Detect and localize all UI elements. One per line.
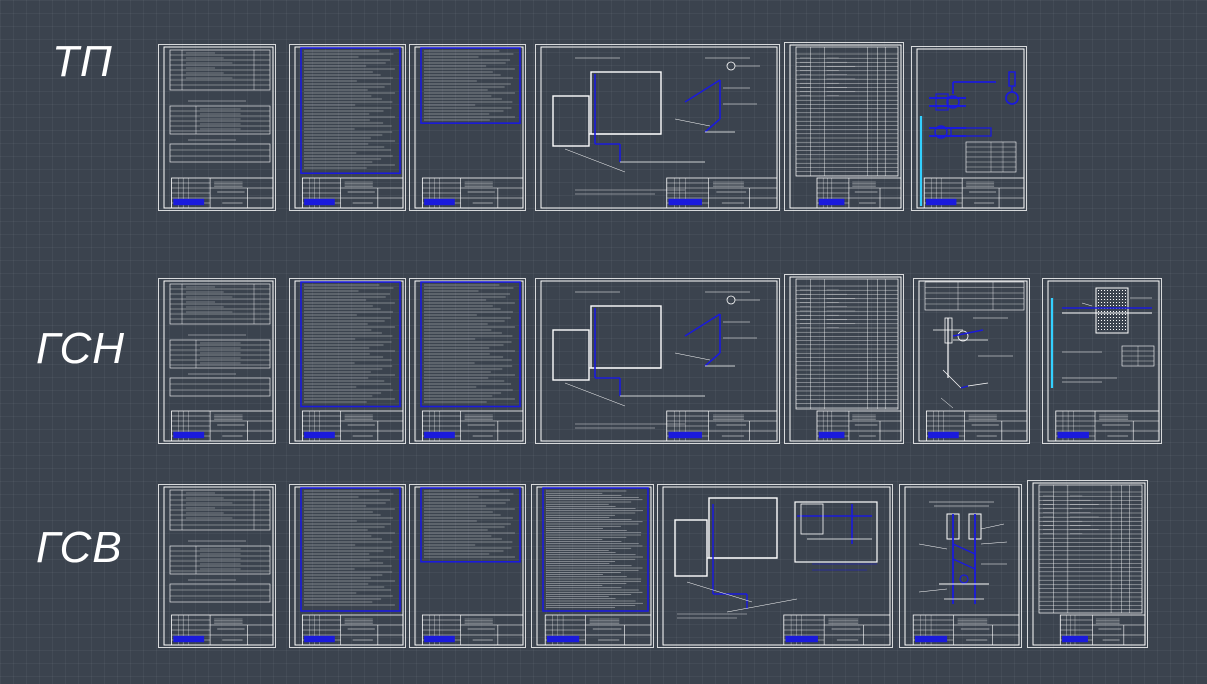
drawing-sheet-icon [535,44,780,211]
drawing-sheet-1-4[interactable] [535,44,780,211]
drawing-sheet-1-6[interactable] [911,46,1027,211]
drawing-sheet-3-1[interactable] [158,484,276,648]
drawing-sheet-icon [1027,480,1148,648]
model-space-canvas[interactable]: ТП ГСН ГСВ [0,0,1207,684]
row-label-tp: ТП [52,37,113,86]
drawing-sheet-icon [158,44,276,211]
drawing-sheet-3-3[interactable] [409,484,526,648]
drawing-sheet-1-1[interactable] [158,44,276,211]
drawing-sheet-icon [409,484,526,648]
drawing-sheet-icon [158,484,276,648]
drawing-sheet-3-4[interactable] [531,484,654,648]
drawing-sheet-icon [911,46,1027,211]
drawing-sheet-icon [158,278,276,444]
drawing-sheet-icon [409,44,526,211]
drawing-sheet-icon [289,44,406,211]
drawing-sheet-icon [899,484,1022,648]
drawing-sheet-icon [289,278,406,444]
drawing-sheet-icon [535,278,780,444]
drawing-sheet-icon [913,278,1030,444]
drawing-sheet-2-7[interactable] [1042,278,1162,444]
drawing-sheet-1-2[interactable] [289,44,406,211]
drawing-sheet-3-5[interactable] [657,484,893,648]
drawing-sheet-2-3[interactable] [409,278,526,444]
drawing-sheet-2-5[interactable] [784,274,904,444]
drawing-sheet-2-6[interactable] [913,278,1030,444]
drawing-sheet-icon [531,484,654,648]
drawing-sheet-1-5[interactable] [784,42,904,211]
drawing-sheet-icon [289,484,406,648]
drawing-sheet-2-4[interactable] [535,278,780,444]
row-label-gsn: ГСН [36,324,126,373]
drawing-sheet-1-3[interactable] [409,44,526,211]
drawing-sheet-3-2[interactable] [289,484,406,648]
row-label-gsv: ГСВ [36,523,123,572]
drawing-sheet-icon [657,484,893,648]
drawing-sheet-icon [409,278,526,444]
drawing-sheet-2-1[interactable] [158,278,276,444]
drawing-sheet-2-2[interactable] [289,278,406,444]
drawing-sheet-icon [784,274,904,444]
drawing-sheet-icon [1042,278,1162,444]
drawing-sheet-icon [784,42,904,211]
drawing-sheet-3-6[interactable] [899,484,1022,648]
drawing-sheet-3-7[interactable] [1027,480,1148,648]
